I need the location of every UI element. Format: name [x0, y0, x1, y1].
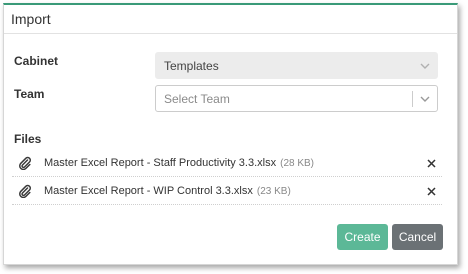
close-icon[interactable]: [424, 156, 438, 170]
cabinet-select-value: Templates: [164, 58, 219, 73]
cabinet-select: Templates: [155, 52, 438, 79]
files-label: Files: [14, 132, 42, 146]
create-button[interactable]: Create: [337, 224, 388, 250]
file-name: Master Excel Report - Staff Productivity…: [44, 157, 277, 169]
close-icon[interactable]: [424, 184, 438, 198]
file-name: Master Excel Report - WIP Control 3.3.xl…: [44, 185, 253, 197]
chevron-down-icon[interactable]: [413, 96, 437, 102]
file-size: (28 KB): [280, 157, 315, 169]
chevron-down-icon: [413, 63, 437, 69]
import-dialog: Import Cabinet Templates Team Select Tea…: [3, 3, 458, 265]
dialog-title: Import: [11, 11, 51, 27]
dialog-header: Import: [4, 5, 457, 34]
team-select[interactable]: Select Team: [155, 85, 438, 112]
file-list-item: Master Excel Report - WIP Control 3.3.xl…: [12, 178, 442, 205]
paperclip-icon: [14, 184, 36, 198]
paperclip-icon: [14, 156, 36, 170]
cabinet-label: Cabinet: [14, 54, 59, 68]
team-label: Team: [14, 87, 45, 101]
team-select-placeholder: Select Team: [164, 91, 230, 106]
file-list-item: Master Excel Report - Staff Productivity…: [12, 150, 442, 177]
cancel-button[interactable]: Cancel: [392, 224, 443, 250]
file-size: (23 KB): [256, 185, 291, 197]
